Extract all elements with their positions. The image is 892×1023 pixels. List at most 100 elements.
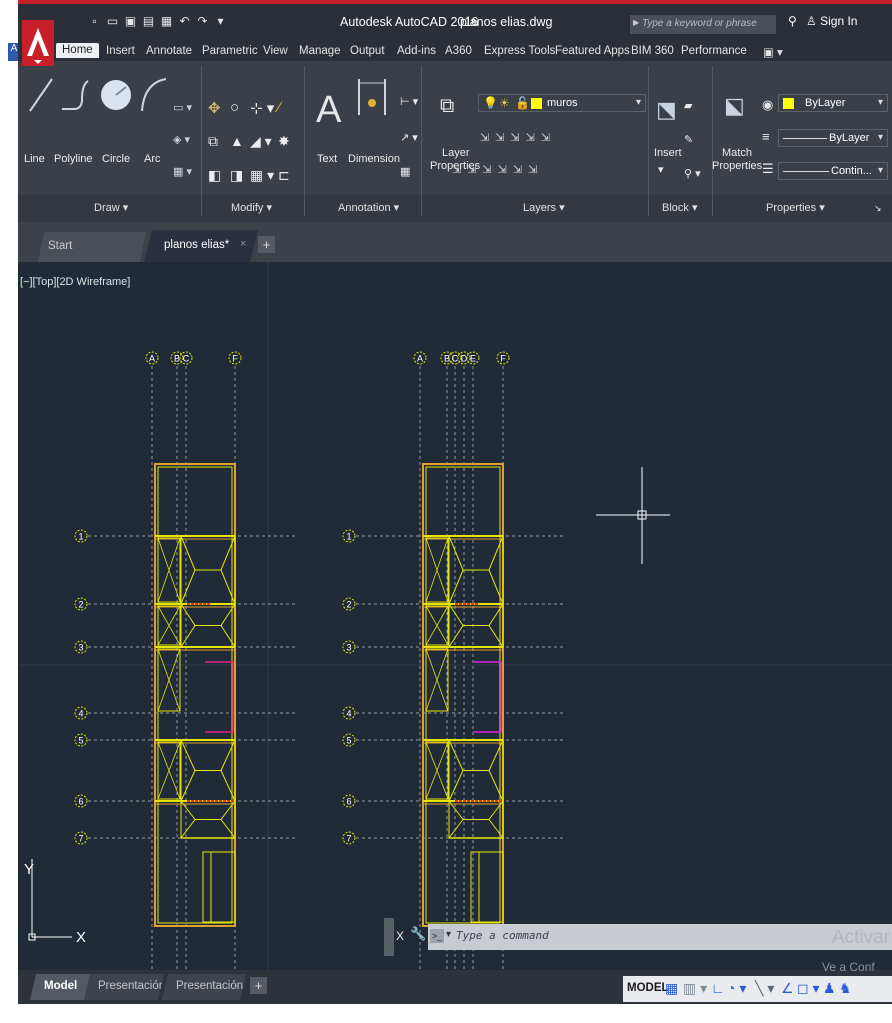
scale-icon[interactable]: ◨ — [230, 167, 243, 184]
annotation-scale-icon[interactable]: ♟ — [823, 980, 836, 997]
new-tab-button[interactable]: + — [258, 236, 275, 253]
circle-label[interactable]: Circle — [102, 153, 130, 165]
close-icon[interactable]: × — [240, 238, 246, 250]
command-line-grip[interactable] — [384, 918, 394, 956]
erase-icon[interactable]: ∕ — [278, 99, 281, 116]
polyline-label[interactable]: Polyline — [54, 153, 93, 165]
layer-properties-icon[interactable]: ⧉ — [440, 95, 454, 118]
dimension-label[interactable]: Dimension — [348, 153, 400, 165]
tab-start[interactable]: Start — [38, 232, 146, 262]
polar-icon[interactable]: ◔ ▾ — [727, 980, 746, 997]
drawing-canvas[interactable]: [−][Top][2D Wireframe] ABCF1234567ABCDEF… — [18, 262, 892, 1004]
color-dropdown[interactable]: ByLayer ▾ — [778, 94, 888, 112]
insert-label[interactable]: Insert — [654, 147, 682, 159]
sign-in-button[interactable]: ♙ Sign In — [806, 14, 857, 28]
viewport-controls-label[interactable]: [−][Top][2D Wireframe] — [20, 276, 130, 288]
redo-icon[interactable]: ↷ — [196, 14, 209, 28]
tab-insert[interactable]: Insert — [106, 45, 135, 57]
insert-icon[interactable]: ⬔ — [656, 97, 677, 123]
rotate-icon[interactable]: ○ — [230, 99, 239, 116]
line-label[interactable]: Line — [24, 153, 45, 165]
table-icon[interactable]: ▦ — [400, 165, 410, 178]
linear-dim-icon[interactable]: ⊢ ▾ — [400, 95, 418, 108]
search-input[interactable]: ▶ Type a keyword or phrase — [630, 15, 776, 34]
edit-block-icon[interactable]: ✎ — [684, 133, 693, 146]
draw-panel-title[interactable]: Draw ▾ — [94, 201, 128, 214]
layer-properties-label-1[interactable]: Layer — [442, 147, 470, 159]
print-icon[interactable]: ▦ — [160, 14, 173, 28]
osnap-icon[interactable]: ◻ ▾ — [797, 980, 820, 997]
explode-icon[interactable]: ✸ — [278, 133, 290, 150]
tab-bim-360[interactable]: BIM 360 — [631, 45, 674, 57]
match-label-1[interactable]: Match — [722, 147, 752, 159]
tab-home[interactable]: Home — [56, 43, 99, 58]
arc-icon[interactable] — [138, 75, 168, 115]
workspace-icon[interactable]: ♞ — [839, 980, 852, 997]
close-command-line-icon[interactable]: X — [396, 929, 404, 943]
tab-parametric[interactable]: Parametric — [202, 45, 258, 57]
app-menu-button[interactable] — [22, 20, 54, 66]
hatch-icon[interactable]: ◈ ▾ — [173, 133, 190, 146]
save-icon[interactable]: ▣ — [124, 14, 137, 28]
chevron-down-icon[interactable]: ▾ — [446, 929, 451, 940]
command-input[interactable]: >_ ▾ Type a command Activar — [428, 924, 892, 950]
copy-icon[interactable]: ⧉ — [208, 133, 218, 150]
open-icon[interactable]: ▭ — [106, 14, 119, 28]
arc-label[interactable]: Arc — [144, 153, 161, 165]
stretch-icon[interactable]: ◧ — [208, 167, 221, 184]
binoculars-icon[interactable]: ⚲ — [788, 14, 797, 28]
ribbon-options-icon[interactable]: ▣ ▾ — [763, 45, 783, 59]
new-icon[interactable]: ▫ — [88, 14, 101, 28]
properties-panel-title[interactable]: Properties ▾ — [766, 201, 825, 214]
dialog-launcher-icon[interactable]: ↘ — [874, 203, 882, 214]
dimension-icon[interactable] — [355, 75, 389, 119]
tab-presentacion1[interactable]: Presentación1 — [84, 974, 164, 1000]
save-as-icon[interactable]: ▤ — [142, 14, 155, 28]
tab-presentacion2[interactable]: Presentación2 — [162, 974, 246, 1000]
polyline-icon[interactable] — [58, 75, 92, 115]
new-layout-button[interactable]: + — [250, 977, 267, 994]
tab-output[interactable]: Output — [350, 45, 385, 57]
tab-a360[interactable]: A360 — [445, 45, 472, 57]
snap-icon[interactable]: ▥ ▾ — [683, 980, 707, 997]
line-icon[interactable] — [26, 75, 56, 115]
command-prompt-icon[interactable]: >_ — [430, 929, 444, 943]
qat-menu-icon[interactable]: ▾ — [214, 14, 227, 28]
tab-express-tools[interactable]: Express Tools — [484, 45, 555, 57]
annotation-panel-title[interactable]: Annotation ▾ — [338, 201, 399, 214]
rectangle-icon[interactable]: ▭ ▾ — [173, 101, 192, 114]
block-panel-title[interactable]: Block ▾ — [662, 201, 697, 214]
leader-icon[interactable]: ↗ ▾ — [400, 131, 418, 144]
model-space-button[interactable]: MODEL — [627, 982, 669, 994]
isodraft-icon[interactable]: ╲ ▾ — [755, 980, 774, 997]
circle-icon[interactable] — [98, 75, 134, 115]
block-attributes-icon[interactable]: ⚲ ▾ — [684, 167, 701, 180]
text-icon[interactable]: A — [316, 89, 341, 132]
boundary-icon[interactable]: ▦ ▾ — [173, 165, 192, 178]
object-snap-tracking-icon[interactable]: ∠ — [781, 980, 794, 997]
mirror-icon[interactable]: ▲ — [230, 133, 244, 149]
match-properties-icon[interactable]: ⬕ — [724, 93, 745, 119]
array-icon[interactable]: ▦ ▾ — [250, 167, 274, 184]
tab-view[interactable]: View — [263, 45, 288, 57]
modify-panel-title[interactable]: Modify ▾ — [231, 201, 272, 214]
fillet-icon[interactable]: ◢ ▾ — [250, 133, 272, 150]
move-icon[interactable]: ✥ — [208, 99, 221, 117]
tab-performance[interactable]: Performance — [681, 45, 747, 57]
layer-tools-row-2[interactable]: ⇲⇲⇲⇲⇲⇲ — [452, 163, 543, 176]
text-label[interactable]: Text — [317, 153, 337, 165]
chevron-down-icon[interactable]: ▾ — [658, 163, 664, 176]
layers-panel-title[interactable]: Layers ▾ — [523, 201, 565, 214]
create-block-icon[interactable]: ▰ — [684, 99, 692, 112]
tab-featured-apps[interactable]: Featured Apps — [555, 45, 630, 57]
linetype-dropdown[interactable]: Contin... ▾ — [778, 162, 888, 180]
trim-icon[interactable]: ⊹ ▾ — [250, 99, 274, 117]
lineweight-dropdown[interactable]: ByLayer ▾ — [778, 129, 888, 147]
wrench-icon[interactable]: 🔧 — [410, 926, 426, 942]
layer-tools-row-1[interactable]: ⇲⇲⇲⇲⇲ — [480, 131, 556, 144]
ortho-icon[interactable]: ∟ — [711, 980, 725, 996]
undo-icon[interactable]: ↶ — [178, 14, 191, 28]
tab-annotate[interactable]: Annotate — [146, 45, 192, 57]
layer-dropdown[interactable]: 💡 ☀ 🔓 muros ▾ — [478, 94, 646, 112]
tab-manage[interactable]: Manage — [299, 45, 341, 57]
